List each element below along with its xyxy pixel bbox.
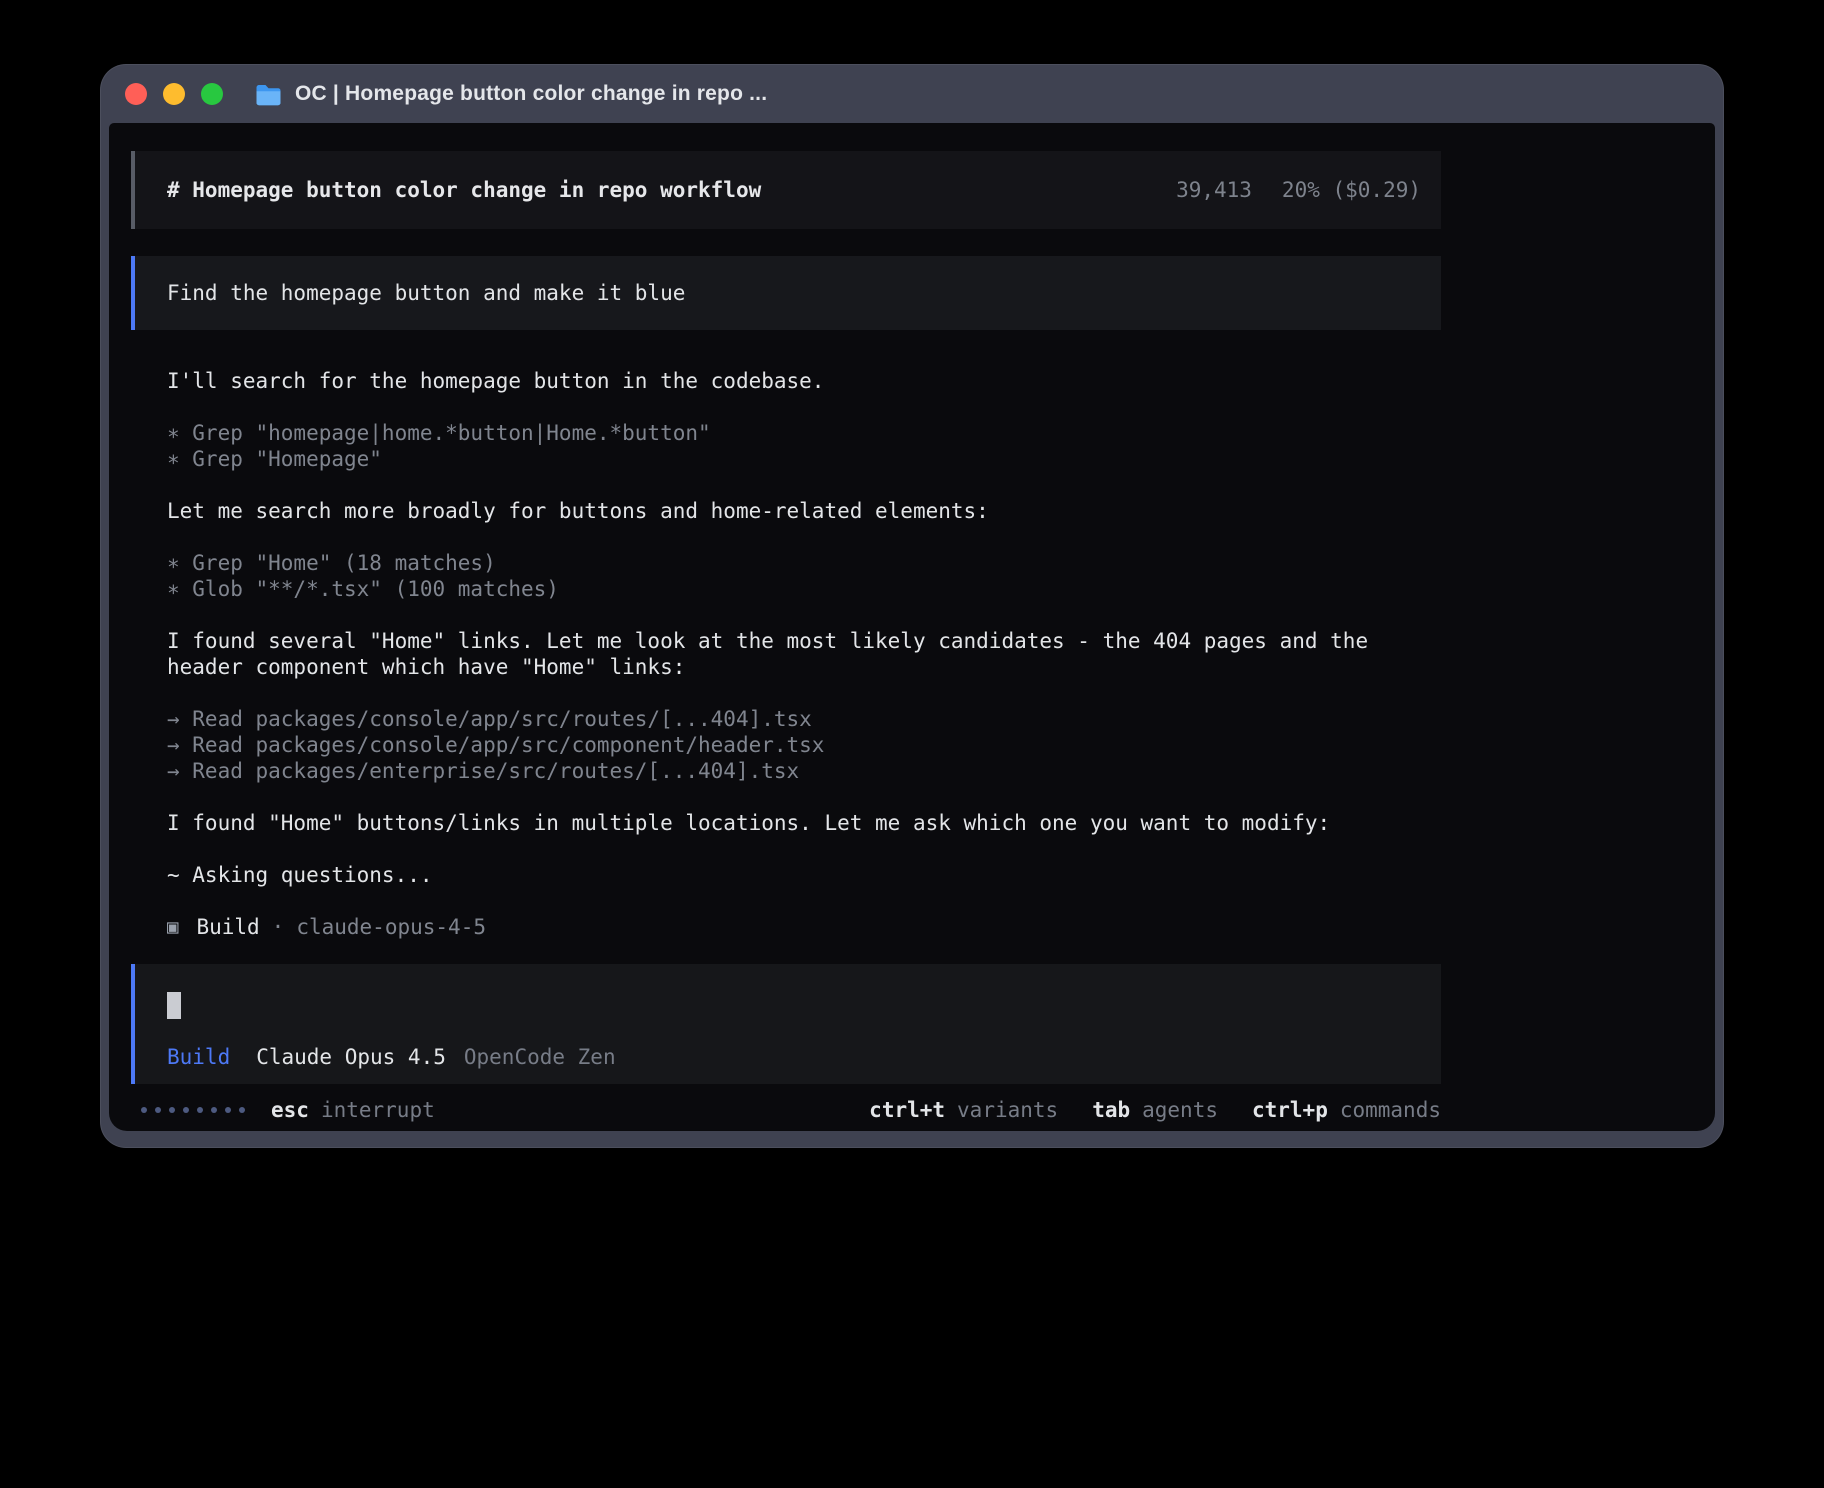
- variants-key: ctrl+t: [869, 1098, 945, 1122]
- agents-label: agents: [1142, 1098, 1218, 1122]
- agent-mode-icon: ▣: [167, 914, 178, 940]
- status-text: ~ Asking questions...: [167, 862, 1421, 888]
- agents-key: tab: [1092, 1098, 1130, 1122]
- session-header: # Homepage button color change in repo w…: [131, 151, 1441, 229]
- session-title: # Homepage button color change in repo w…: [167, 178, 761, 202]
- session-meta: 39,413 20% ($0.29): [1176, 178, 1421, 202]
- agents-hint: tab agents: [1092, 1098, 1218, 1122]
- tool-call-line: → Read packages/console/app/src/componen…: [167, 732, 1421, 758]
- user-message: Find the homepage button and make it blu…: [131, 256, 1441, 330]
- tool-call-line: → Read packages/enterprise/src/routes/[.…: [167, 758, 1421, 784]
- agent-separator: ·: [272, 914, 285, 940]
- esc-label: interrupt: [321, 1098, 435, 1122]
- user-message-text: Find the homepage button and make it blu…: [167, 281, 685, 305]
- input-model-label: Claude Opus 4.5: [256, 1045, 446, 1069]
- prompt-meta-row: Build Claude Opus 4.5 OpenCode Zen: [167, 1045, 1441, 1069]
- assistant-text: Let me search more broadly for buttons a…: [167, 498, 1421, 524]
- commands-key: ctrl+p: [1252, 1098, 1328, 1122]
- input-provider-label: OpenCode Zen: [464, 1045, 616, 1069]
- spinner-dots: [141, 1107, 245, 1113]
- variants-hint: ctrl+t variants: [869, 1098, 1058, 1122]
- terminal-window: OC | Homepage button color change in rep…: [100, 64, 1724, 1148]
- folder-icon: [255, 83, 282, 106]
- commands-label: commands: [1340, 1098, 1441, 1122]
- variants-label: variants: [957, 1098, 1058, 1122]
- token-count: 39,413: [1176, 178, 1252, 202]
- minimize-button[interactable]: [163, 83, 185, 105]
- input-mode-label: Build: [167, 1045, 230, 1069]
- assistant-text: I'll search for the homepage button in t…: [167, 368, 1421, 394]
- prompt-input[interactable]: Build Claude Opus 4.5 OpenCode Zen: [131, 964, 1441, 1084]
- status-bar: esc interrupt ctrl+t variants tab agents…: [131, 1098, 1441, 1122]
- window-title: OC | Homepage button color change in rep…: [295, 82, 767, 106]
- text-cursor: [167, 992, 181, 1019]
- esc-key: esc: [271, 1098, 309, 1122]
- window-titlebar[interactable]: OC | Homepage button color change in rep…: [101, 65, 1723, 123]
- assistant-text: I found "Home" buttons/links in multiple…: [167, 810, 1421, 836]
- window-title-group: OC | Homepage button color change in rep…: [255, 82, 767, 106]
- terminal-content: # Homepage button color change in repo w…: [109, 123, 1715, 1131]
- close-button[interactable]: [125, 83, 147, 105]
- commands-hint: ctrl+p commands: [1252, 1098, 1441, 1122]
- zoom-button[interactable]: [201, 83, 223, 105]
- tool-call-line: ∗ Grep "Homepage": [167, 446, 1421, 472]
- agent-mode-label: Build: [196, 914, 259, 940]
- esc-interrupt-hint: esc interrupt: [271, 1098, 435, 1122]
- tool-call-line: ∗ Grep "Home" (18 matches): [167, 550, 1421, 576]
- assistant-text: I found several "Home" links. Let me loo…: [167, 628, 1421, 680]
- agent-status-row: ▣ Build · claude-opus-4-5: [167, 914, 1421, 940]
- tool-call-line: ∗ Glob "**/*.tsx" (100 matches): [167, 576, 1421, 602]
- tool-call-line: ∗ Grep "homepage|home.*button|Home.*butt…: [167, 420, 1421, 446]
- traffic-lights: [125, 83, 223, 105]
- tool-call-line: → Read packages/console/app/src/routes/[…: [167, 706, 1421, 732]
- status-bar-hints: ctrl+t variants tab agents ctrl+p comman…: [869, 1098, 1441, 1122]
- agent-model-label: claude-opus-4-5: [296, 914, 486, 940]
- context-usage: 20% ($0.29): [1282, 178, 1421, 202]
- chat-transcript: I'll search for the homepage button in t…: [131, 330, 1441, 940]
